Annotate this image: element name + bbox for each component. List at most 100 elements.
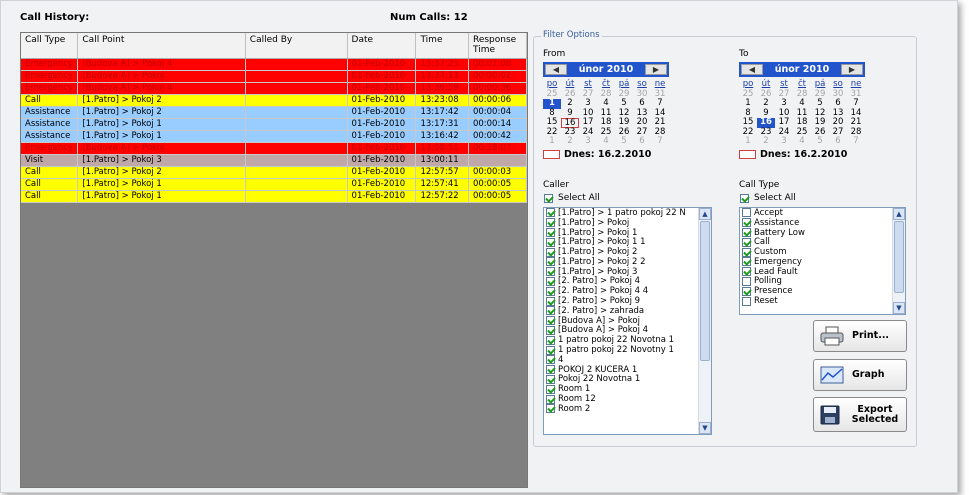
list-item[interactable]: 1 patro pokoj 22 Novotna 1 — [544, 335, 711, 345]
list-item[interactable]: Reset — [740, 296, 905, 306]
caller-listbox[interactable]: [1.Patro] > 1 patro pokoj 22 N [1.Patro] … — [543, 207, 712, 435]
list-item[interactable]: 1 patro pokoj 22 Novotny 1 — [544, 345, 711, 355]
list-item[interactable]: [2. Patro] > zahrada — [544, 306, 711, 316]
caller-select-all-checkbox[interactable] — [544, 193, 553, 203]
item-checkbox[interactable] — [546, 218, 555, 228]
table-row[interactable]: Call [1.Patro] > Pokoj 1 01-Feb-2010 12:57:… — [21, 190, 527, 203]
list-item[interactable]: Room 1 — [544, 384, 711, 394]
item-checkbox[interactable] — [546, 286, 555, 296]
item-checkbox[interactable] — [546, 296, 555, 306]
calendar-day[interactable]: 3 — [579, 136, 597, 147]
column-header[interactable]: Call Point — [77, 33, 246, 59]
column-header[interactable]: Date — [347, 33, 417, 59]
caller-select-all[interactable]: Select All — [544, 193, 600, 203]
to-calendar[interactable]: ◀ únor 2010 ▶ po út st čt pá so ne 25 26 27 28 29 30 31 1… — [739, 62, 865, 160]
calendar-day[interactable]: 6 — [829, 136, 847, 147]
column-header[interactable]: Response Time — [468, 33, 527, 59]
table-row[interactable]: Assistance [1.Patro] > Pokoj 1 01-Feb-2010… — [21, 130, 527, 143]
call-type-select-all-checkbox[interactable] — [740, 193, 749, 203]
item-checkbox[interactable] — [546, 316, 555, 326]
item-checkbox[interactable] — [546, 237, 555, 247]
list-item[interactable]: Pokoj 22 Novotna 1 — [544, 374, 711, 384]
list-item[interactable]: Emergency — [740, 257, 905, 267]
list-item[interactable]: [1.Patro] > Pokoj 3 — [544, 267, 711, 277]
column-header[interactable]: Called By — [245, 33, 348, 59]
item-checkbox[interactable] — [546, 404, 555, 414]
item-checkbox[interactable] — [742, 257, 751, 267]
table-row[interactable]: Emergency [Budova A] > Pokoj 01-Feb-2010 13… — [21, 142, 527, 155]
calendar-day[interactable]: 9 — [561, 108, 579, 119]
today-link[interactable]: Dnes: 16.2.2010 — [739, 149, 865, 160]
list-item[interactable]: [2. Patro] > Pokoj 9 — [544, 296, 711, 306]
list-item[interactable]: [1.Patro] > Pokoj 2 — [544, 247, 711, 257]
call-type-listbox[interactable]: Accept Assistance Battery Low Call Custom Eme… — [739, 207, 906, 315]
table-row[interactable]: Visit [1.Patro] > Pokoj 3 01-Feb-2010 13:00… — [21, 154, 527, 167]
list-item[interactable]: [Budova A] > Pokoj 4 — [544, 325, 711, 335]
item-checkbox[interactable] — [546, 306, 555, 316]
graph-button[interactable]: Graph — [813, 359, 907, 391]
list-item[interactable]: [1.Patro] > Pokoj 2 2 — [544, 257, 711, 267]
item-checkbox[interactable] — [742, 267, 751, 277]
item-checkbox[interactable] — [742, 227, 751, 237]
item-checkbox[interactable] — [546, 374, 555, 384]
list-item[interactable]: POKOJ 2 KUCERA 1 — [544, 365, 711, 375]
scroll-down-icon[interactable]: ▼ — [893, 302, 905, 314]
item-checkbox[interactable] — [546, 345, 555, 355]
list-item[interactable]: [Budova A] > Pokoj — [544, 316, 711, 326]
list-item[interactable]: Polling — [740, 276, 905, 286]
today-link[interactable]: Dnes: 16.2.2010 — [543, 149, 669, 160]
calendar-day[interactable]: 6 — [633, 136, 651, 147]
item-checkbox[interactable] — [546, 208, 555, 218]
print-button[interactable]: Print... — [813, 320, 907, 352]
item-checkbox[interactable] — [546, 267, 555, 277]
list-item[interactable]: [2. Patro] > Pokoj 4 4 — [544, 286, 711, 296]
item-checkbox[interactable] — [742, 286, 751, 296]
item-checkbox[interactable] — [546, 257, 555, 267]
from-calendar[interactable]: ◀ únor 2010 ▶ po út st čt pá so ne 25 26 27 28 29 30 31 1… — [543, 62, 669, 160]
calendar-day[interactable]: 3 — [775, 136, 793, 147]
table-row[interactable]: Emergency [Budova A] > Pokoj 01-Feb-2010 13… — [21, 70, 527, 83]
list-item[interactable]: Assistance — [740, 218, 905, 228]
list-item[interactable]: [1.Patro] > 1 patro pokoj 22 N — [544, 208, 711, 218]
calendar-day[interactable]: 4 — [597, 136, 615, 147]
table-row[interactable]: Assistance [1.Patro] > Pokoj 1 01-Feb-2010… — [21, 118, 527, 131]
item-checkbox[interactable] — [742, 296, 751, 306]
item-checkbox[interactable] — [546, 247, 555, 257]
calendar-day[interactable]: 5 — [615, 136, 633, 147]
calendar-day[interactable]: 2 — [757, 136, 775, 147]
calendar-day[interactable]: 7 — [651, 136, 669, 147]
item-checkbox[interactable] — [546, 394, 555, 404]
call-type-select-all[interactable]: Select All — [740, 193, 796, 203]
item-checkbox[interactable] — [742, 218, 751, 228]
scroll-thumb[interactable] — [700, 221, 710, 361]
table-row[interactable]: Emergency [Budova A] > Pokoj 4 01-Feb-2010… — [21, 82, 527, 95]
list-item[interactable]: Room 12 — [544, 394, 711, 404]
calendar-day[interactable]: 2 — [561, 136, 579, 147]
scroll-up-icon[interactable]: ▲ — [893, 208, 905, 220]
list-item[interactable]: Lead Fault — [740, 267, 905, 277]
scroll-thumb[interactable] — [894, 221, 904, 293]
list-item[interactable]: [2. Patro] > Pokoj 4 — [544, 276, 711, 286]
list-item[interactable]: Battery Low — [740, 228, 905, 238]
list-item[interactable]: Custom — [740, 247, 905, 257]
table-row[interactable]: Emergency [Budova A] > Pokoj 4 01-Feb-2010… — [21, 58, 527, 71]
item-checkbox[interactable] — [546, 325, 555, 335]
list-item[interactable]: 4 — [544, 355, 711, 365]
item-checkbox[interactable] — [742, 276, 751, 286]
calendar-day[interactable]: 7 — [847, 136, 865, 147]
previous-month-icon[interactable]: ◀ — [741, 64, 763, 75]
list-item[interactable]: Room 2 — [544, 404, 711, 414]
previous-month-icon[interactable]: ◀ — [545, 64, 567, 75]
calendar-day[interactable]: 5 — [811, 136, 829, 147]
calendar-day[interactable]: 1 — [739, 136, 757, 147]
next-month-icon[interactable]: ▶ — [645, 64, 667, 75]
list-item[interactable]: [1.Patro] > Pokoj — [544, 218, 711, 228]
call-type-scrollbar[interactable]: ▲ ▼ — [892, 208, 905, 314]
list-item[interactable]: Accept — [740, 208, 905, 218]
scroll-down-icon[interactable]: ▼ — [699, 422, 711, 434]
call-history-grid[interactable]: Call Type Call Point Called By Date Time Resp… — [20, 32, 528, 488]
export-selected-button[interactable]: Export Selected — [813, 397, 907, 432]
calendar-day[interactable]: 1 — [543, 136, 561, 147]
item-checkbox[interactable] — [546, 335, 555, 345]
scroll-up-icon[interactable]: ▲ — [699, 208, 711, 220]
